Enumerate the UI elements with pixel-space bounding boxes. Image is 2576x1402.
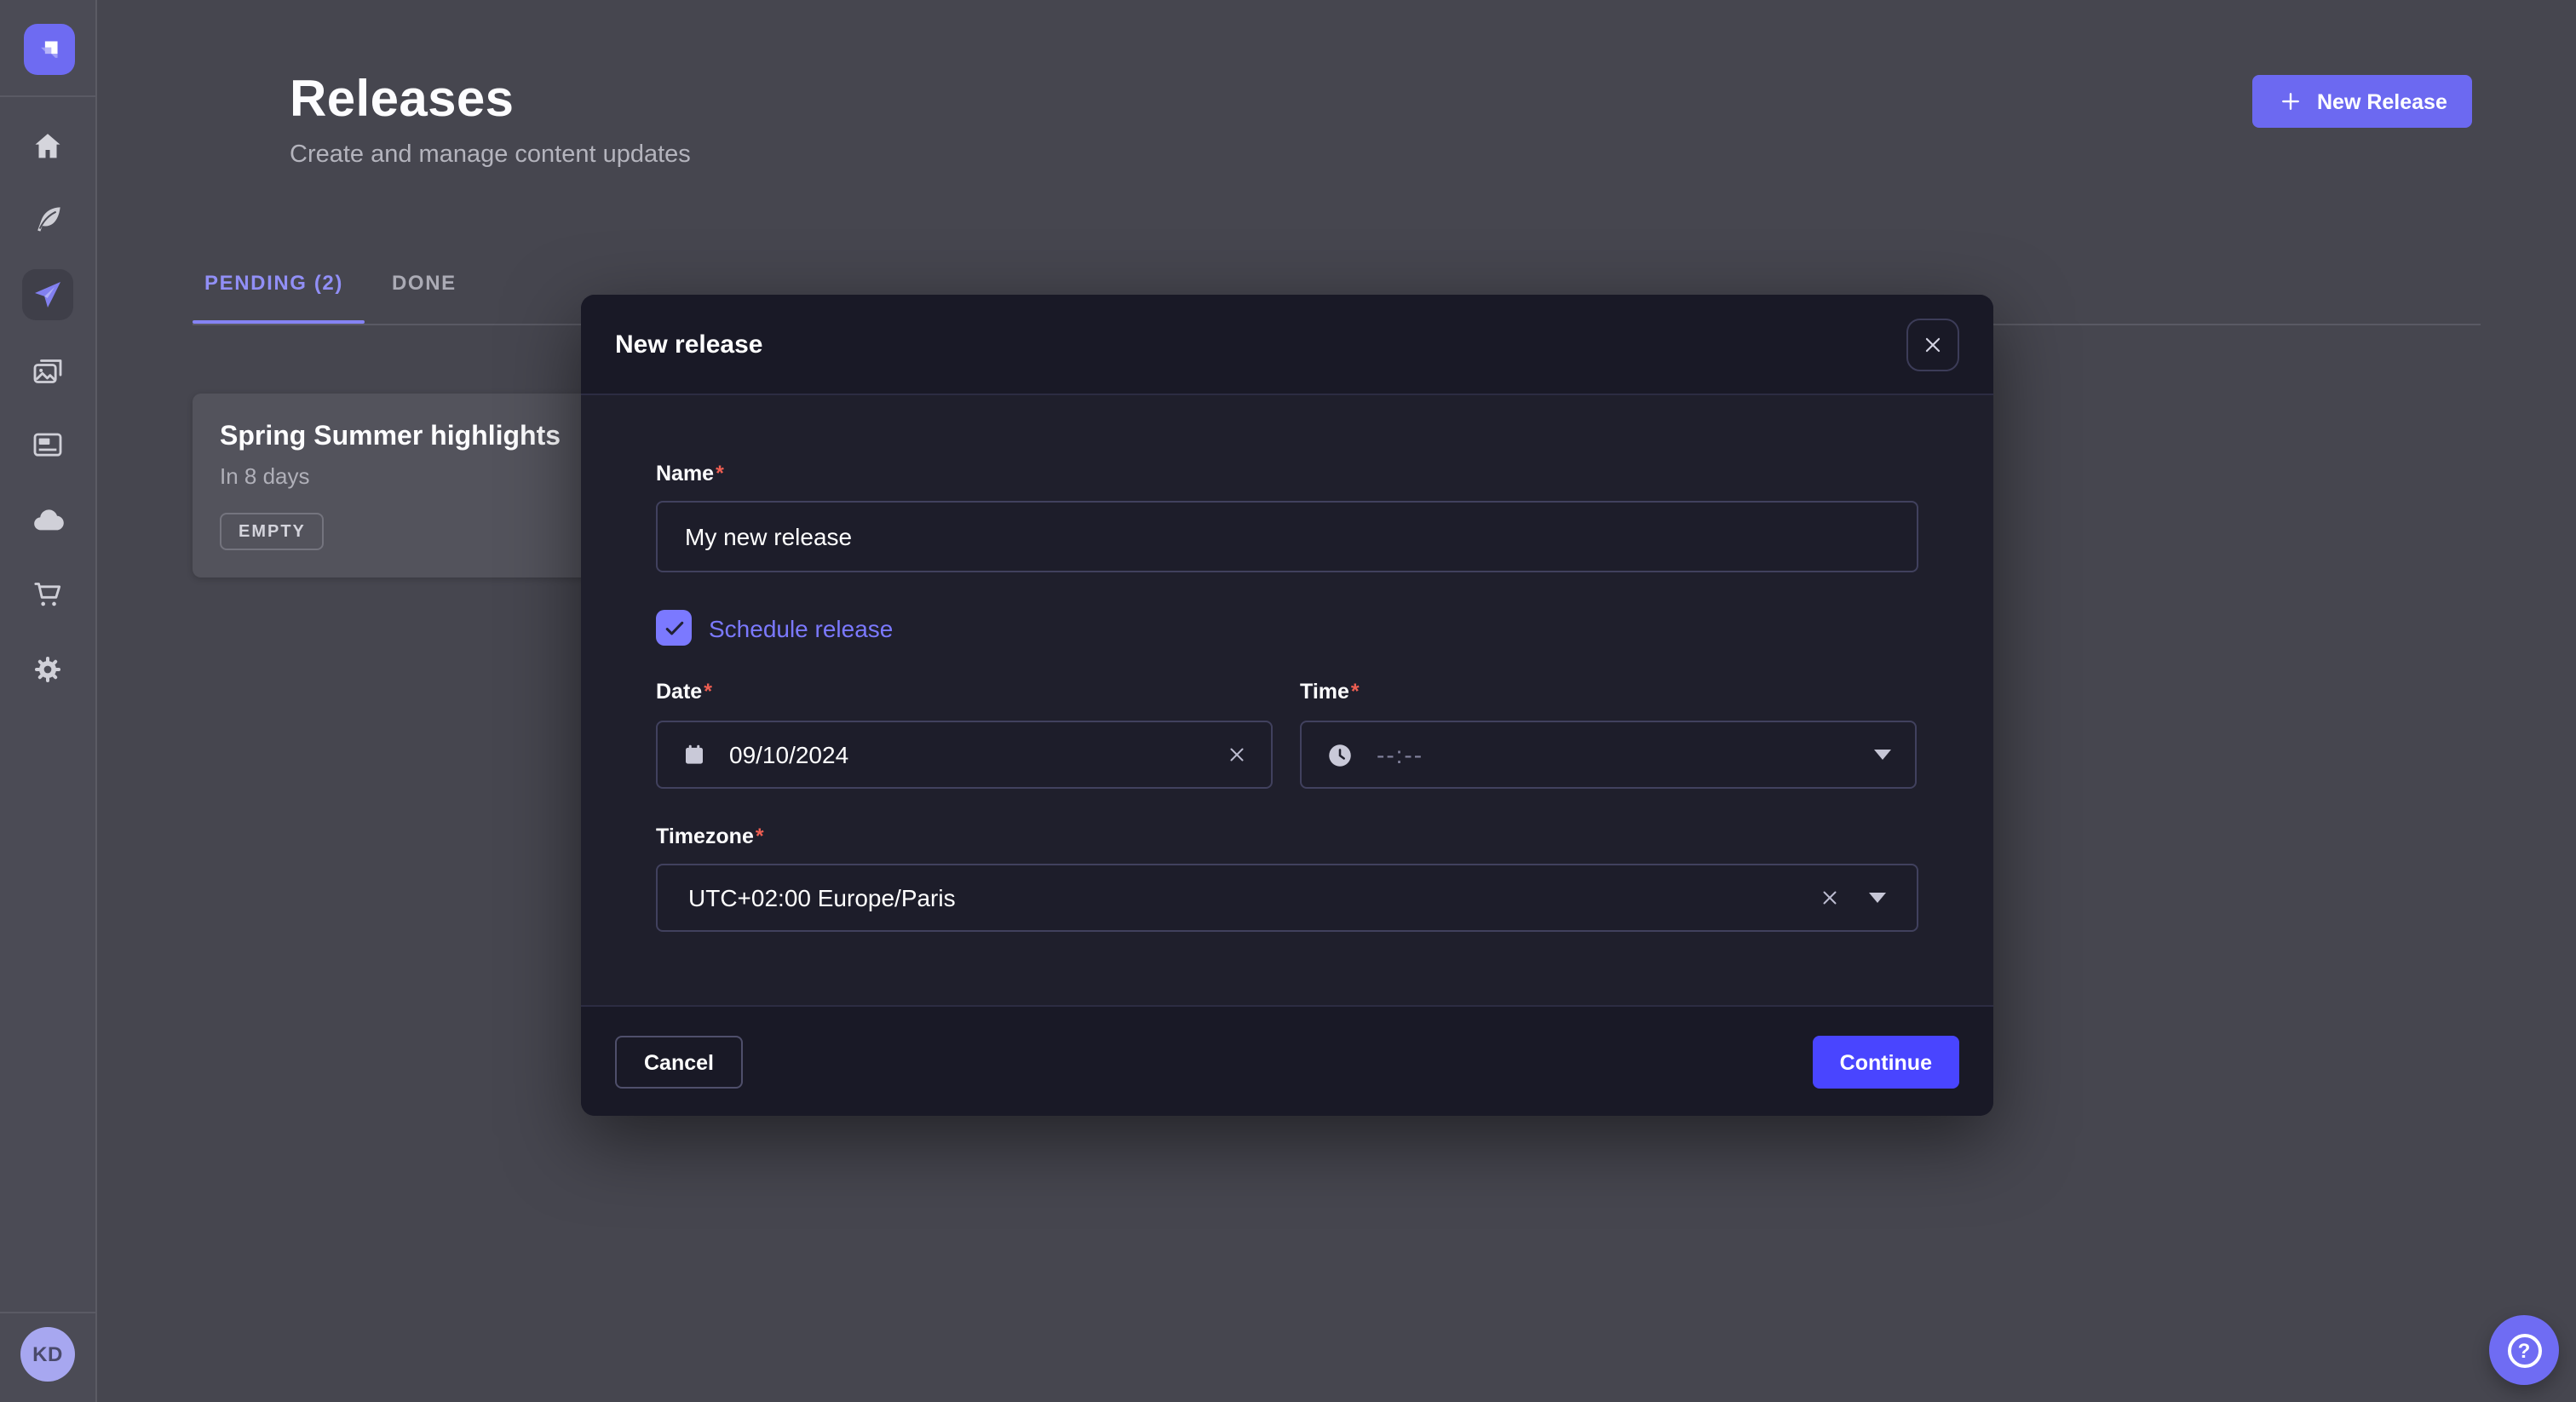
sidebar-divider-bottom xyxy=(0,1312,95,1313)
app-root: KD Releases Create and manage content up… xyxy=(0,0,2576,1402)
avatar[interactable]: KD xyxy=(20,1327,75,1382)
send-icon xyxy=(31,278,65,312)
feather-icon xyxy=(31,203,65,237)
media-library-icon xyxy=(31,354,65,388)
cancel-button[interactable]: Cancel xyxy=(615,1036,743,1089)
required-marker: * xyxy=(716,462,724,486)
layout-icon xyxy=(31,428,65,462)
schedule-release-checkbox[interactable] xyxy=(656,610,692,646)
strapi-logo-icon xyxy=(31,31,68,68)
continue-button[interactable]: Continue xyxy=(1813,1036,1959,1089)
modal-header: New release xyxy=(581,295,1993,395)
date-clear-button[interactable] xyxy=(1227,744,1247,765)
sidebar-item-home[interactable] xyxy=(22,121,73,172)
time-input-placeholder: --:-- xyxy=(1377,741,1423,768)
new-release-button-label: New Release xyxy=(2317,89,2447,113)
modal-title: New release xyxy=(615,330,762,359)
new-release-modal: New release Name* My new release Schedul… xyxy=(581,295,1993,1116)
timezone-clear-button[interactable] xyxy=(1820,888,1840,908)
clear-x-icon xyxy=(1820,888,1840,908)
tab-pending[interactable]: PENDING (2) xyxy=(204,271,343,295)
required-marker: * xyxy=(756,825,764,848)
sidebar-item-media-library[interactable] xyxy=(22,346,73,397)
modal-close-button[interactable] xyxy=(1906,319,1959,371)
timezone-select[interactable]: UTC+02:00 Europe/Paris xyxy=(656,864,1918,932)
calendar-icon xyxy=(681,741,707,768)
sidebar-item-marketplace[interactable] xyxy=(22,569,73,620)
cart-icon xyxy=(31,577,65,612)
sidebar-item-settings[interactable] xyxy=(22,644,73,695)
question-mark-icon: ? xyxy=(2507,1333,2541,1367)
required-marker: * xyxy=(704,680,712,704)
release-card-badge: EMPTY xyxy=(220,513,325,550)
sidebar-item-releases[interactable] xyxy=(22,269,73,320)
chevron-down-icon[interactable] xyxy=(1874,750,1891,760)
modal-footer: Cancel Continue xyxy=(581,1005,1993,1116)
clock-icon xyxy=(1325,740,1354,769)
sidebar-divider-top xyxy=(0,95,95,97)
avatar-initials: KD xyxy=(32,1342,63,1366)
name-label: Name* xyxy=(656,462,724,486)
page-title: Releases xyxy=(290,72,514,129)
time-label: Time* xyxy=(1300,680,1360,704)
sidebar-item-content[interactable] xyxy=(22,194,73,245)
timezone-label: Timezone* xyxy=(656,825,764,848)
new-release-button[interactable]: New Release xyxy=(2252,75,2473,128)
time-input[interactable]: --:-- xyxy=(1300,721,1917,789)
tab-done[interactable]: DONE xyxy=(392,271,457,295)
timezone-select-value: UTC+02:00 Europe/Paris xyxy=(688,884,956,911)
cloud-icon xyxy=(30,502,66,537)
required-marker: * xyxy=(1351,680,1360,704)
clear-x-icon xyxy=(1227,744,1247,765)
date-label: Date* xyxy=(656,680,712,704)
sidebar-item-cloud[interactable] xyxy=(22,494,73,545)
date-input[interactable]: 09/10/2024 xyxy=(656,721,1273,789)
help-button[interactable]: ? xyxy=(2489,1315,2559,1385)
sidebar-item-content-manager[interactable] xyxy=(22,419,73,470)
schedule-release-label[interactable]: Schedule release xyxy=(709,615,893,642)
chevron-down-icon[interactable] xyxy=(1869,893,1886,903)
name-input-value: My new release xyxy=(685,523,852,550)
checkmark-icon xyxy=(662,616,686,640)
strapi-logo[interactable] xyxy=(24,24,75,75)
close-icon xyxy=(1922,334,1944,356)
home-icon xyxy=(31,129,65,164)
page-subtitle: Create and manage content updates xyxy=(290,141,691,169)
plus-icon xyxy=(2278,89,2303,114)
gear-icon xyxy=(31,652,65,687)
sidebar: KD xyxy=(0,0,97,1402)
date-input-value: 09/10/2024 xyxy=(729,741,848,768)
name-input[interactable]: My new release xyxy=(656,501,1918,572)
